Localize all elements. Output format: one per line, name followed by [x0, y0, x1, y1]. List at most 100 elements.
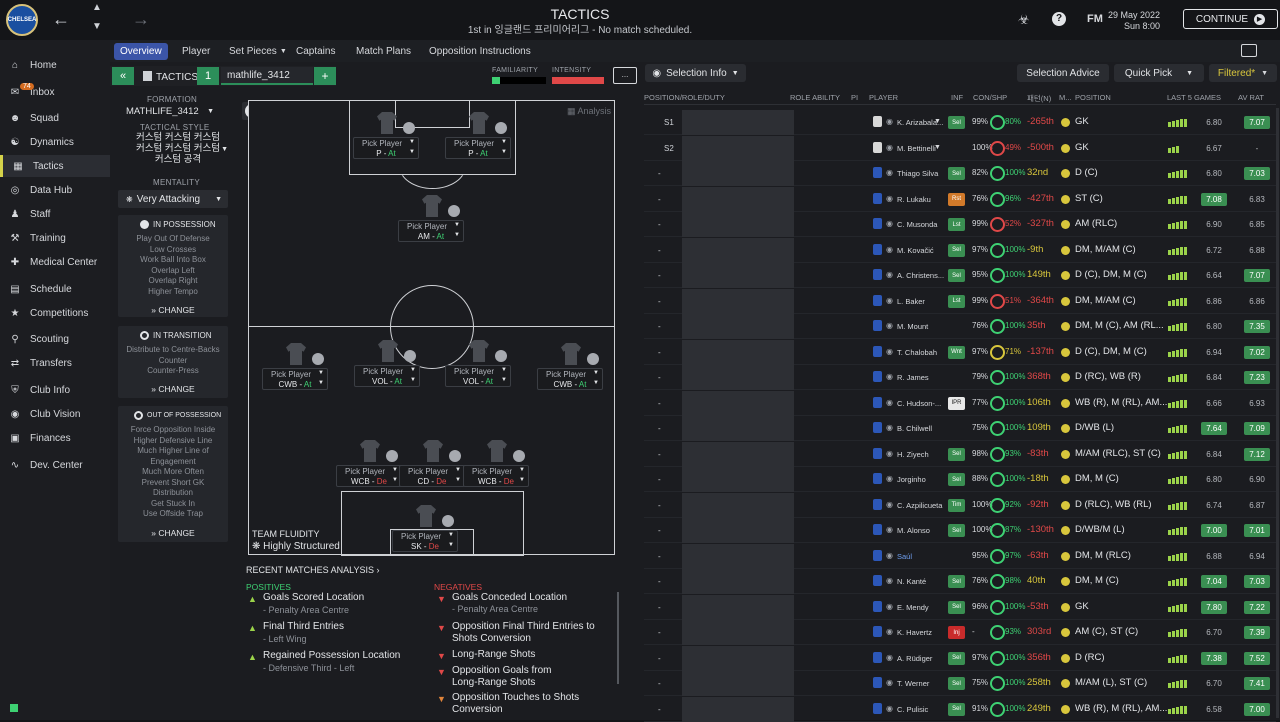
position-slot[interactable]: Pick Player ▼ VOL - At ▼ — [354, 365, 420, 387]
tab-set-pieces[interactable]: Set Pieces ▼ — [223, 43, 293, 60]
team-fluidity-value[interactable]: ❋ Highly Structured — [252, 541, 340, 552]
col-position-role-duty[interactable]: POSITION/ROLE/DUTY — [644, 93, 725, 102]
tactical-style-dropdown[interactable]: 커스텀 커스텀 커스텀 커스텀 커스텀 커스텀 커스텀 공격 ▼ — [128, 132, 228, 168]
sidebar-item-dev-center[interactable]: ∿ Dev. Center — [0, 454, 110, 476]
recent-matches-analysis-link[interactable]: RECENT MATCHES ANALYSIS › — [246, 565, 380, 575]
col-inf[interactable]: INF — [951, 93, 963, 102]
sidebar-item-dynamics[interactable]: ☯ Dynamics — [0, 131, 110, 153]
analysis-button[interactable]: ▦ Analysis — [567, 106, 611, 117]
tactic-options-button[interactable]: ... — [613, 67, 637, 84]
sidebar-item-scouting[interactable]: ⚲ Scouting — [0, 328, 110, 350]
position-slot[interactable]: Pick Player ▼ WCB - De ▼ — [336, 465, 402, 487]
table-row[interactable]: - ◉ M. Alonso Sel 100% 87% -130th D/WB/M (L) 7.0… — [644, 518, 1276, 543]
col-player[interactable]: PLAYER — [869, 93, 898, 102]
position-slot[interactable]: Pick Player ▼ P - At ▼ — [445, 137, 511, 159]
col-last-5-games[interactable]: LAST 5 GAMES — [1167, 93, 1221, 102]
sidebar-item-inbox[interactable]: ✉ 74 Inbox — [0, 81, 110, 103]
tab-opposition-instructions[interactable]: Opposition Instructions — [423, 43, 537, 60]
add-tactic-button[interactable]: + — [314, 67, 336, 85]
table-row[interactable]: - ◉ B. Chilwell 75% 100% 109th D/WB (L) 7.64 7.0… — [644, 416, 1276, 441]
selection-advice-button[interactable]: Selection Advice — [1017, 64, 1109, 82]
sidebar-item-tactics[interactable]: ▦ Tactics — [0, 155, 110, 177]
out-of-possession-box[interactable]: OUT OF POSSESSION Force Opposition Insid… — [118, 406, 228, 542]
table-row[interactable]: - ◉ Jorginho Sel 88% 100% -18th DM, M (C) 6.80 6.… — [644, 467, 1276, 492]
table-row[interactable]: - ◉ C. Pulisic Sel 91% 100% 249th WB (R), M (RL… — [644, 696, 1276, 722]
col-pi[interactable]: PI — [851, 93, 858, 102]
table-row[interactable]: - ◉ Thiago Silva Sel 82% 100% 32nd D (C) 6.80 7.0… — [644, 161, 1276, 186]
table-row[interactable]: - ◉ Saúl 95% 97% -63th DM, M (RLC) 6.88 6.94 — [644, 543, 1276, 569]
continue-button[interactable]: CONTINUE ▶ — [1183, 9, 1278, 29]
table-row[interactable]: - ◉ M. Kovačić Sel 97% 100% -9th DM, M/AM (C) 6.… — [644, 237, 1276, 263]
club-crest[interactable]: CHELSEA — [6, 4, 38, 36]
back-arrow-icon[interactable]: ← — [52, 9, 70, 30]
table-row[interactable]: - ◉ C. Hudson-... IPR 77% 100% 106th WB (R), M … — [644, 390, 1276, 416]
out-of-possession-change-button[interactable]: » CHANGE — [118, 528, 228, 538]
table-row[interactable]: - ◉ N. Kanté Sel 76% 98% 40th DM, M (C) 7.04 7.03 — [644, 569, 1276, 594]
tab-player[interactable]: Player — [176, 43, 216, 60]
fm-menu-icon[interactable]: FM — [1087, 13, 1103, 25]
sidebar-item-medical-center[interactable]: ✚ Medical Center — [0, 251, 110, 273]
tactic-name-dropdown[interactable]: mathlife_3412 — [221, 67, 313, 85]
table-row[interactable]: - ◉ L. Baker Lst 99% 51% -364th DM, M/AM (C) 6.8… — [644, 288, 1276, 314]
table-row[interactable]: - ◉ A. Christens... Sel 95% 100% 149th D (C), D… — [644, 263, 1276, 288]
intensity-bar[interactable] — [552, 77, 604, 84]
sidebar-item-competitions[interactable]: ★ Competitions — [0, 302, 110, 324]
sidebar-item-transfers[interactable]: ⇄ Transfers — [0, 352, 110, 374]
sidebar-item-training[interactable]: ⚒ Training — [0, 227, 110, 249]
chevron-up-icon[interactable]: ▲ — [92, 2, 102, 13]
tab-captains[interactable]: Captains — [290, 43, 341, 60]
analysis-scrollbar[interactable] — [617, 592, 619, 684]
col-av-rat[interactable]: AV RAT — [1238, 93, 1264, 102]
col-reputation[interactable]: 패턴(N) — [1027, 93, 1051, 104]
table-row[interactable]: - ◉ R. Lukaku Rst 76% 96% -427th ST (C) 7.08 6.83 — [644, 186, 1276, 212]
collapse-panel-button[interactable]: « — [112, 67, 134, 85]
sidebar-item-squad[interactable]: ☻ Squad — [0, 107, 110, 129]
filter-dropdown[interactable]: Filtered* ▼ — [1209, 64, 1277, 82]
position-slot[interactable]: Pick Player ▼ VOL - At ▼ — [445, 365, 511, 387]
table-row[interactable]: - ◉ A. Rüdiger Sel 97% 100% 356th D (RC) 7.38 7.5… — [644, 645, 1276, 671]
tab-match-plans[interactable]: Match Plans — [350, 43, 417, 60]
trophy-icon[interactable]: ☣ — [1018, 12, 1030, 28]
table-row[interactable]: - ◉ R. James 79% 100% 368th D (RC), WB (R) 6.84… — [644, 365, 1276, 390]
table-row[interactable]: S1 ◉ K. Arizabala... ▼ Sel 99% 80% -265th GK 6.80… — [644, 110, 1276, 135]
layout-toggle-icon[interactable] — [1241, 44, 1257, 57]
table-row[interactable]: - ◉ H. Ziyech Sel 98% 93% -83th M/AM (RLC), ST … — [644, 441, 1276, 467]
sidebar-item-finances[interactable]: ▣ Finances — [0, 427, 110, 449]
position-slot[interactable]: Pick Player ▼ AM - At ▼ — [398, 220, 464, 242]
sidebar-item-schedule[interactable]: ▤ Schedule — [0, 278, 110, 300]
col-con-shp[interactable]: CON/SHP — [973, 93, 1007, 102]
in-transition-change-button[interactable]: » CHANGE — [118, 384, 228, 394]
chevron-down-icon[interactable]: ▼ — [92, 21, 102, 32]
col-role-ability[interactable]: ROLE ABILITY — [790, 93, 840, 102]
table-row[interactable]: - ◉ E. Mendy Sel 96% 100% -53th GK 7.80 7.22 — [644, 594, 1276, 620]
help-icon[interactable]: ? — [1052, 12, 1066, 26]
familiarity-bar[interactable] — [492, 77, 546, 84]
table-scrollbar[interactable] — [1276, 108, 1279, 718]
mentality-dropdown[interactable]: ❋ Very Attacking ▼ — [118, 190, 228, 208]
sidebar-item-staff[interactable]: ♟ Staff — [0, 203, 110, 225]
table-row[interactable]: - ◉ T. Werner Sel 75% 100% 258th M/AM (L), ST (… — [644, 671, 1276, 696]
sidebar-item-club-info[interactable]: ⛨ Club Info — [0, 379, 110, 401]
in-possession-change-button[interactable]: » CHANGE — [118, 305, 228, 315]
in-possession-box[interactable]: IN POSSESSION Play Out Of Defense Low Cro… — [118, 215, 228, 317]
sidebar-item-home[interactable]: ⌂ Home — [0, 54, 110, 76]
position-slot[interactable]: Pick Player ▼ CWB - At ▼ — [262, 368, 328, 390]
sidebar-item-club-vision[interactable]: ◉ Club Vision — [0, 403, 110, 425]
selection-info-dropdown[interactable]: ◉ Selection Info ▼ — [645, 64, 746, 82]
position-slot[interactable]: Pick Player ▼ CD - De ▼ — [399, 465, 465, 487]
col-position[interactable]: POSITION — [1075, 93, 1111, 102]
position-slot[interactable]: Pick Player ▼ SK - De ▼ — [392, 530, 458, 552]
table-row[interactable]: - ◉ M. Mount 76% 100% 35th DM, M (C), AM (RL..… — [644, 314, 1276, 339]
table-row[interactable]: - ◉ K. Havertz Inj -93% 303rd AM (C), ST (C) 6.… — [644, 620, 1276, 645]
position-slot[interactable]: Pick Player ▼ CWB - At ▼ — [537, 368, 603, 390]
quick-pick-button[interactable]: Quick Pick ▼ — [1114, 64, 1204, 82]
tactic-slot-number[interactable]: 1 — [197, 67, 219, 85]
sidebar-item-data-hub[interactable]: ◎ Data Hub — [0, 179, 110, 201]
table-row[interactable]: - ◉ T. Chalobah Wnt 97% 71% -137th D (C), DM, M… — [644, 339, 1276, 365]
col-m[interactable]: M... — [1059, 93, 1072, 102]
position-slot[interactable]: Pick Player ▼ P - At ▼ — [353, 137, 419, 159]
tab-overview[interactable]: Overview — [114, 43, 168, 60]
formation-dropdown[interactable]: MATHLIFE_3412 ▼ — [126, 106, 224, 120]
table-row[interactable]: - ◉ C. Musonda Lst 99% 52% -327th AM (RLC) 6.90 6… — [644, 212, 1276, 237]
table-row[interactable]: - ◉ C. Azpilicueta Tim 100% 92% -92th D (RLC), … — [644, 492, 1276, 518]
